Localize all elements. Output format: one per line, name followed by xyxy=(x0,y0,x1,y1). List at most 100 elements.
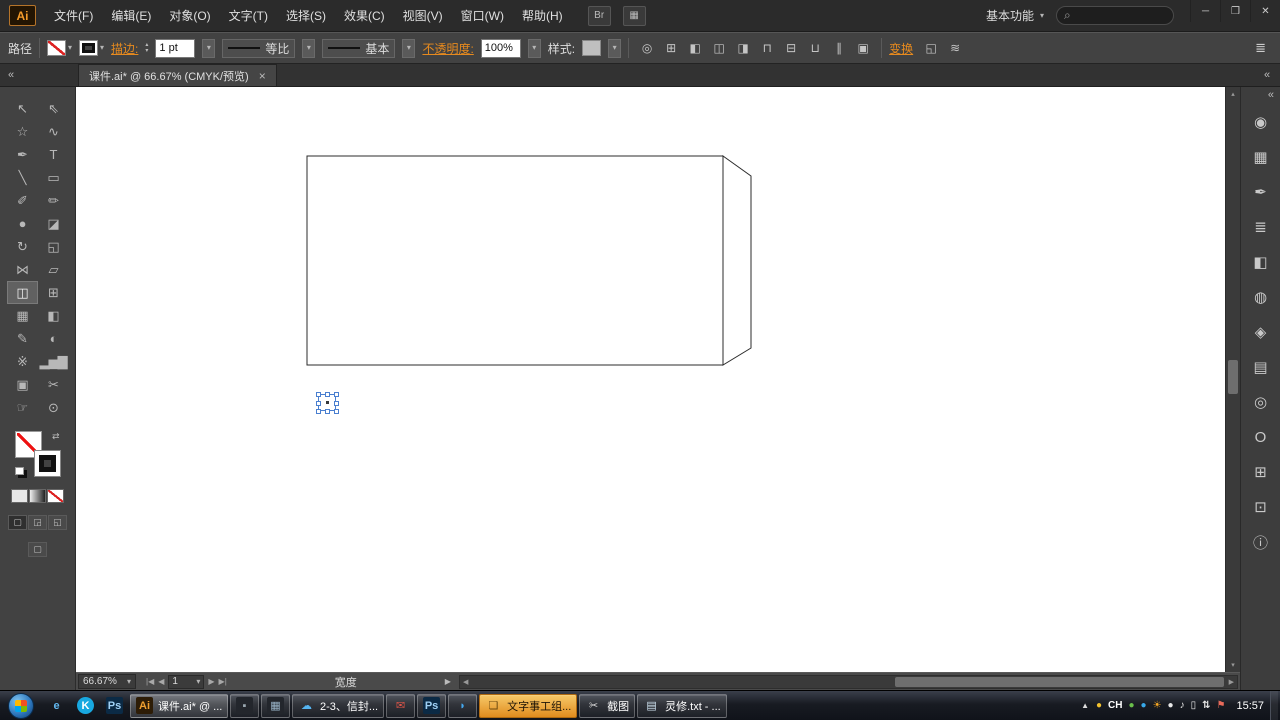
direct-selection-tool[interactable]: ⇖ xyxy=(38,97,69,120)
stroke-link[interactable]: 描边: xyxy=(111,40,138,57)
panel-opentype-icon[interactable]: O xyxy=(1244,421,1278,453)
taskbar-photoshop-window-button[interactable]: Ps xyxy=(417,694,446,718)
blob-brush-tool[interactable]: ● xyxy=(7,212,38,235)
eyedropper-tool[interactable]: ✎ xyxy=(7,327,38,350)
width-tool[interactable]: ⋈ xyxy=(7,258,38,281)
restore-button[interactable]: ❒ xyxy=(1220,0,1250,22)
gradient-mode-button[interactable] xyxy=(29,489,46,503)
artboard-tool[interactable]: ▣ xyxy=(7,373,38,396)
zoom-select[interactable]: 66.67% ▾ xyxy=(78,674,136,689)
panel-swatches-icon[interactable]: ▦ xyxy=(1244,141,1278,173)
blend-tool[interactable]: ◐ xyxy=(38,327,69,350)
search-input[interactable] xyxy=(1075,10,1166,22)
select-similar-icon[interactable]: ≋ xyxy=(944,38,966,58)
rotate-tool[interactable]: ↻ xyxy=(7,235,38,258)
draw-behind-icon[interactable]: ◲ xyxy=(28,515,47,530)
shape-builder-tool[interactable]: ◫ xyxy=(7,281,38,304)
stepper-down-icon[interactable]: ▾ xyxy=(145,48,148,54)
scroll-right-icon[interactable]: ▶ xyxy=(1229,678,1234,686)
stroke-weight-stepper[interactable]: ▴ ▾ xyxy=(145,42,148,54)
tray-volume-icon[interactable]: ♪ xyxy=(1180,700,1185,711)
menu-view[interactable]: 视图(V) xyxy=(394,0,452,32)
brush-dropdown[interactable]: ▾ xyxy=(402,39,415,58)
hidden-icons-arrow[interactable]: ▲ xyxy=(1081,701,1089,710)
fill-color-control[interactable]: ▾ xyxy=(47,40,72,56)
stroke-color-chip[interactable] xyxy=(34,450,61,477)
isolate-selected-icon[interactable]: ◱ xyxy=(920,38,942,58)
scroll-up-icon[interactable]: ▴ xyxy=(1226,87,1240,101)
taskbar-devices-button[interactable]: ▦ xyxy=(261,694,290,718)
arrange-documents-icon[interactable]: ▦ xyxy=(623,6,646,26)
taskbar-illustrator-button[interactable]: Ai课件.ai* @ ... xyxy=(130,694,228,718)
horizontal-scrollbar[interactable]: ◀ ▶ xyxy=(459,675,1238,689)
last-artboard-button[interactable]: ▶| xyxy=(219,677,227,686)
taskbar-ie-icon[interactable]: e xyxy=(43,694,70,718)
panel-appearance-icon[interactable]: ◎ xyxy=(1244,386,1278,418)
first-artboard-button[interactable]: |◀ xyxy=(146,677,154,686)
fill-swatch-none[interactable] xyxy=(47,40,66,56)
align-middle-icon[interactable]: ⊟ xyxy=(780,38,802,58)
tray-network-icon[interactable]: ⇅ xyxy=(1202,700,1210,711)
panel-align-icon[interactable]: ⊞ xyxy=(1244,456,1278,488)
stroke-weight-dropdown[interactable]: ▾ xyxy=(202,39,215,58)
distribute-horizontal-icon[interactable]: ∥ xyxy=(828,38,850,58)
gradient-tool[interactable]: ◧ xyxy=(38,304,69,327)
screen-mode-button[interactable]: ▢ xyxy=(28,542,47,557)
taskbar-k-app-icon[interactable]: K xyxy=(72,694,99,718)
lasso-tool[interactable]: ∿ xyxy=(38,120,69,143)
align-right-icon[interactable]: ◨ xyxy=(732,38,754,58)
eraser-tool[interactable]: ◪ xyxy=(38,212,69,235)
selection-handle[interactable] xyxy=(334,401,339,406)
color-mode-button[interactable] xyxy=(11,489,28,503)
pen-tool[interactable]: ✒ xyxy=(7,143,38,166)
width-profile-dropdown[interactable]: ▾ xyxy=(302,39,315,58)
opacity-input[interactable] xyxy=(481,39,521,58)
menu-type[interactable]: 文字(T) xyxy=(220,0,277,32)
line-segment-tool[interactable]: ╲ xyxy=(7,166,38,189)
previous-artboard-button[interactable]: ◀ xyxy=(158,677,164,686)
opacity-link[interactable]: 不透明度: xyxy=(422,40,473,57)
align-bottom-icon[interactable]: ⊔ xyxy=(804,38,826,58)
align-left-icon[interactable]: ◧ xyxy=(684,38,706,58)
taskbar-cloud-button[interactable]: ☁2-3、信封... xyxy=(292,694,384,718)
selection-marker[interactable] xyxy=(318,394,336,411)
collapse-dock-icon[interactable]: « xyxy=(1254,64,1280,86)
chevron-down-icon[interactable]: ▾ xyxy=(100,44,104,52)
taskbar-mail-button[interactable]: ✉ xyxy=(386,694,415,718)
close-button[interactable]: ✕ xyxy=(1250,0,1280,22)
rectangle-tool[interactable]: ▭ xyxy=(38,166,69,189)
align-to-selection-icon[interactable]: ▣ xyxy=(852,38,874,58)
tray-language-indicator[interactable]: CH xyxy=(1108,700,1122,711)
tab-close-icon[interactable]: × xyxy=(259,69,266,83)
transform-link[interactable]: 变换 xyxy=(889,40,913,57)
selection-handle[interactable] xyxy=(316,392,321,397)
envelope-flap-path[interactable] xyxy=(723,156,751,365)
free-transform-tool[interactable]: ▱ xyxy=(38,258,69,281)
menu-file[interactable]: 文件(F) xyxy=(45,0,102,32)
menu-object[interactable]: 对象(O) xyxy=(160,0,219,32)
show-desktop-button[interactable] xyxy=(1270,691,1278,720)
document-tab[interactable]: 课件.ai* @ 66.67% (CMYK/预览) × xyxy=(78,64,277,86)
taskbar-notepad-button[interactable]: ▤灵修.txt - ... xyxy=(637,694,727,718)
type-tool[interactable]: T xyxy=(38,143,69,166)
next-artboard-button[interactable]: ▶ xyxy=(208,677,214,686)
document-canvas[interactable] xyxy=(76,87,1225,672)
swap-fill-stroke-icon[interactable]: ⇄ xyxy=(52,431,60,442)
menu-window[interactable]: 窗口(W) xyxy=(452,0,513,32)
collapse-tool-panel-icon[interactable]: « xyxy=(0,64,22,86)
selection-handle[interactable] xyxy=(334,409,339,414)
tray-qq-icon[interactable]: ● xyxy=(1128,700,1134,711)
paintbrush-tool[interactable]: ✐ xyxy=(7,189,38,212)
horizontal-scrollbar-thumb[interactable] xyxy=(895,677,1224,687)
panel-color-icon[interactable]: ◉ xyxy=(1244,106,1278,138)
draw-normal-icon[interactable]: ▢ xyxy=(8,515,27,530)
panel-info-icon[interactable]: ⓘ xyxy=(1244,526,1278,558)
slice-tool[interactable]: ✂ xyxy=(38,373,69,396)
selection-handle[interactable] xyxy=(316,401,321,406)
tray-power-icon[interactable]: ▯ xyxy=(1191,700,1197,711)
symbol-sprayer-tool[interactable]: ※ xyxy=(7,350,38,373)
brush-definition-select[interactable]: 基本 xyxy=(322,39,395,58)
menu-select[interactable]: 选择(S) xyxy=(277,0,335,32)
status-menu-icon[interactable]: ▶ xyxy=(445,677,451,686)
clock[interactable]: 15:57 xyxy=(1236,700,1264,712)
